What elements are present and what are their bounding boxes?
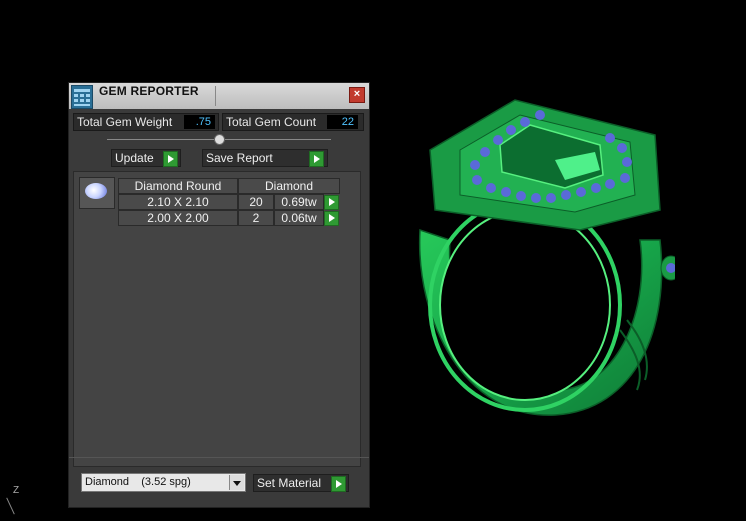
table-row-size: 2.10 X 2.10	[118, 194, 238, 210]
set-material-button[interactable]: Set Material	[253, 474, 349, 492]
table-row-weight: 0.69tw	[274, 194, 324, 210]
save-report-label: Save Report	[206, 151, 273, 165]
arrow-right-icon	[309, 151, 324, 167]
gem-icon[interactable]	[79, 177, 115, 209]
total-gem-count-field: Total Gem Count 22	[222, 113, 364, 131]
bottom-divider	[69, 457, 369, 458]
update-button[interactable]: Update	[111, 149, 181, 167]
table-header-cut: Diamond Round	[118, 178, 238, 194]
set-material-label: Set Material	[257, 476, 322, 490]
window-title: GEM REPORTER	[99, 84, 199, 98]
material-select-value: Diamond (3.52 spg)	[85, 476, 191, 488]
gem-reporter-icon	[71, 85, 93, 109]
gem-thumbnail-image	[85, 183, 107, 199]
dropdown-arrow-icon[interactable]	[229, 475, 244, 490]
arrow-right-icon	[331, 476, 346, 492]
update-label: Update	[115, 151, 154, 165]
table-row-size: 2.00 X 2.00	[118, 210, 238, 226]
total-gem-count-label: Total Gem Count	[226, 115, 317, 129]
material-select[interactable]: Diamond (3.52 spg)	[81, 473, 246, 492]
ring-3d-model[interactable]	[405, 90, 675, 430]
table-row-count: 2	[238, 210, 274, 226]
table-header-type: Diamond	[238, 178, 340, 194]
z-axis-indicator	[6, 497, 15, 515]
gem-list[interactable]: Diamond Round Diamond 2.10 X 2.10 20 0.6…	[73, 171, 361, 467]
gem-reporter-panel: GEM REPORTER × Total Gem Weight .75 Tota…	[68, 82, 370, 508]
arrow-right-icon[interactable]	[324, 195, 339, 210]
arrow-right-icon	[163, 151, 178, 167]
total-gem-count-value: 22	[327, 115, 358, 129]
total-gem-weight-field: Total Gem Weight .75	[73, 113, 219, 131]
total-gem-weight-label: Total Gem Weight	[77, 115, 173, 129]
title-divider	[215, 86, 216, 106]
z-axis-label: Z	[13, 485, 20, 496]
table-row-weight: 0.06tw	[274, 210, 324, 226]
save-report-button[interactable]: Save Report	[202, 149, 328, 167]
arrow-right-icon[interactable]	[324, 211, 339, 226]
title-bar[interactable]: GEM REPORTER ×	[69, 83, 369, 109]
close-icon[interactable]: ×	[349, 87, 365, 103]
table-row-count: 20	[238, 194, 274, 210]
total-gem-weight-value: .75	[184, 115, 215, 129]
panel-slider-knob[interactable]	[214, 134, 225, 145]
